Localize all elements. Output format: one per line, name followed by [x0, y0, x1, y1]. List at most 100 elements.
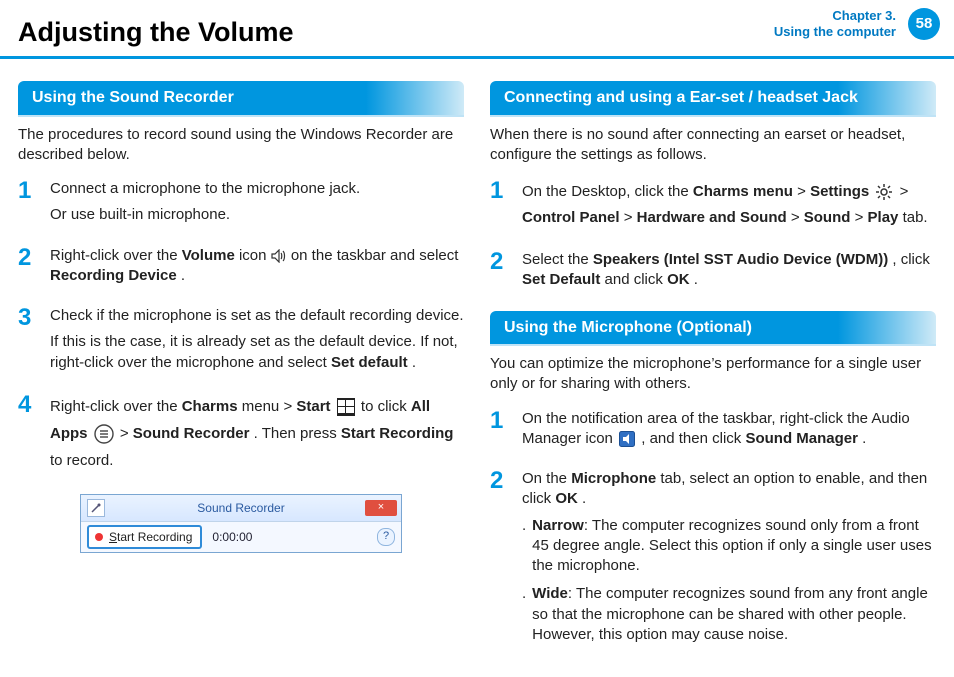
- text: and click: [605, 271, 668, 288]
- text: >: [855, 209, 868, 226]
- page-header: Adjusting the Volume Chapter 3. Using th…: [0, 0, 954, 59]
- text: .: [694, 271, 698, 288]
- step1-line2: Or use built-in microphone.: [50, 205, 464, 225]
- text-bold: Speakers (Intel SST Audio Device (WDM)): [593, 251, 888, 268]
- earset-step-2: 2 Select the Speakers (Intel SST Audio D…: [490, 250, 936, 297]
- text: , and then click: [641, 430, 745, 447]
- step-1: 1 Connect a microphone to the microphone…: [18, 179, 464, 232]
- page-number-badge: 58: [908, 8, 940, 40]
- text: >: [120, 425, 133, 442]
- recording-time: 0:00:00: [212, 529, 252, 545]
- text: : The computer recognizes sound only fro…: [532, 517, 931, 575]
- text-bold: Sound: [804, 209, 851, 226]
- option-narrow-text: Narrow: The computer recognizes sound on…: [532, 516, 936, 577]
- window-titlebar: Sound Recorder ×: [81, 495, 401, 522]
- start-recording-button[interactable]: Start Recording: [87, 525, 202, 549]
- text-bold: Play: [868, 209, 899, 226]
- text-bold: Microphone: [571, 470, 656, 487]
- text: On the Desktop, click the: [522, 183, 693, 200]
- page-title: Adjusting the Volume: [0, 14, 294, 56]
- text: to click: [361, 398, 411, 415]
- text: menu >: [242, 398, 297, 415]
- text: Right-click over the: [50, 398, 182, 415]
- step-3: 3 Check if the microphone is set as the …: [18, 306, 464, 379]
- right-column: Connecting and using a Ear-set / headset…: [490, 81, 936, 659]
- window-body: Start Recording 0:00:00 ?: [81, 522, 401, 552]
- text: , click: [892, 251, 930, 268]
- mic-step2-text: On the Microphone tab, select an option …: [522, 469, 936, 510]
- step3-line2: If this is the case, it is already set a…: [50, 332, 464, 373]
- text-bold: Volume: [182, 247, 235, 264]
- microphone-intro: You can optimize the microphone’s perfor…: [490, 354, 936, 395]
- earset-intro: When there is no sound after connecting …: [490, 125, 936, 166]
- window-title: Sound Recorder: [81, 500, 401, 516]
- volume-icon: [271, 249, 287, 263]
- step-number: 1: [490, 179, 512, 236]
- mic-step1-text: On the notification area of the taskbar,…: [522, 409, 936, 450]
- start-recording-label: Start Recording: [109, 529, 192, 545]
- step-number: 3: [18, 306, 40, 379]
- section-heading-microphone: Using the Microphone (Optional): [490, 311, 936, 347]
- text-bold: OK: [667, 271, 690, 288]
- text: .: [181, 267, 185, 284]
- text-bold: Narrow: [532, 517, 584, 534]
- text-bold: Start Recording: [341, 425, 454, 442]
- text: tab.: [903, 209, 928, 226]
- text: . Then press: [254, 425, 341, 442]
- text: .: [412, 354, 416, 371]
- text: : The computer recognizes sound from any…: [532, 585, 928, 643]
- text-bold: Charms menu: [693, 183, 793, 200]
- text: Right-click over the: [50, 247, 182, 264]
- step-2: 2 Right-click over the Volume icon on th…: [18, 246, 464, 293]
- text-bold: Settings: [810, 183, 869, 200]
- step-number: 1: [490, 409, 512, 456]
- sound-recorder-window: Sound Recorder × Start Recording 0:00:00…: [80, 494, 402, 553]
- chapter-line1: Chapter 3.: [774, 8, 896, 24]
- text-bold: Wide: [532, 585, 568, 602]
- audio-manager-icon: [619, 431, 635, 447]
- step-number: 4: [18, 393, 40, 480]
- text: >: [624, 209, 637, 226]
- text: to record.: [50, 452, 113, 469]
- option-wide-text: Wide: The computer recognizes sound from…: [532, 584, 936, 645]
- step2-text: Right-click over the Volume icon on the …: [50, 246, 464, 287]
- text-bold: Sound Recorder: [133, 425, 250, 442]
- text-bold: Set Default: [522, 271, 600, 288]
- chapter-block: Chapter 3. Using the computer 58: [774, 8, 940, 40]
- text-bold: Sound Manager: [745, 430, 858, 447]
- step1-line1: Connect a microphone to the microphone j…: [50, 179, 464, 199]
- text: On the: [522, 470, 571, 487]
- record-dot-icon: [95, 533, 103, 541]
- text: .: [862, 430, 866, 447]
- text-bold: Charms: [182, 398, 238, 415]
- text: >: [791, 209, 804, 226]
- text-bold: OK: [555, 490, 578, 507]
- intro-text: The procedures to record sound using the…: [18, 125, 464, 166]
- step-4: 4 Right-click over the Charms menu > Sta…: [18, 393, 464, 480]
- mic-step-2: 2 On the Microphone tab, select an optio…: [490, 469, 936, 653]
- earset-step2-text: Select the Speakers (Intel SST Audio Dev…: [522, 250, 936, 291]
- step-number: 2: [490, 250, 512, 297]
- help-button[interactable]: ?: [377, 528, 395, 546]
- text: on the taskbar and select: [291, 247, 459, 264]
- chapter-text: Chapter 3. Using the computer: [774, 8, 896, 39]
- text: tart Recording: [117, 530, 192, 544]
- bullet: .: [522, 516, 526, 577]
- text-bold: Hardware and Sound: [637, 209, 787, 226]
- text-bold: Start: [296, 398, 330, 415]
- step-number: 2: [18, 246, 40, 293]
- step3-line1: Check if the microphone is set as the de…: [50, 306, 464, 326]
- earset-step1-text: On the Desktop, click the Charms menu > …: [522, 179, 936, 230]
- text-bold: Control Panel: [522, 209, 620, 226]
- section-heading-earset: Connecting and using a Ear-set / headset…: [490, 81, 936, 117]
- text-bold: Set default: [331, 354, 408, 371]
- step4-text: Right-click over the Charms menu > Start…: [50, 393, 464, 474]
- earset-step-1: 1 On the Desktop, click the Charms menu …: [490, 179, 936, 236]
- text: icon: [239, 247, 271, 264]
- text: >: [900, 183, 909, 200]
- text-bold: Recording Device: [50, 267, 177, 284]
- option-narrow: . Narrow: The computer recognizes sound …: [522, 516, 936, 577]
- settings-gear-icon: [875, 183, 893, 201]
- chapter-line2: Using the computer: [774, 24, 896, 40]
- text: >: [797, 183, 810, 200]
